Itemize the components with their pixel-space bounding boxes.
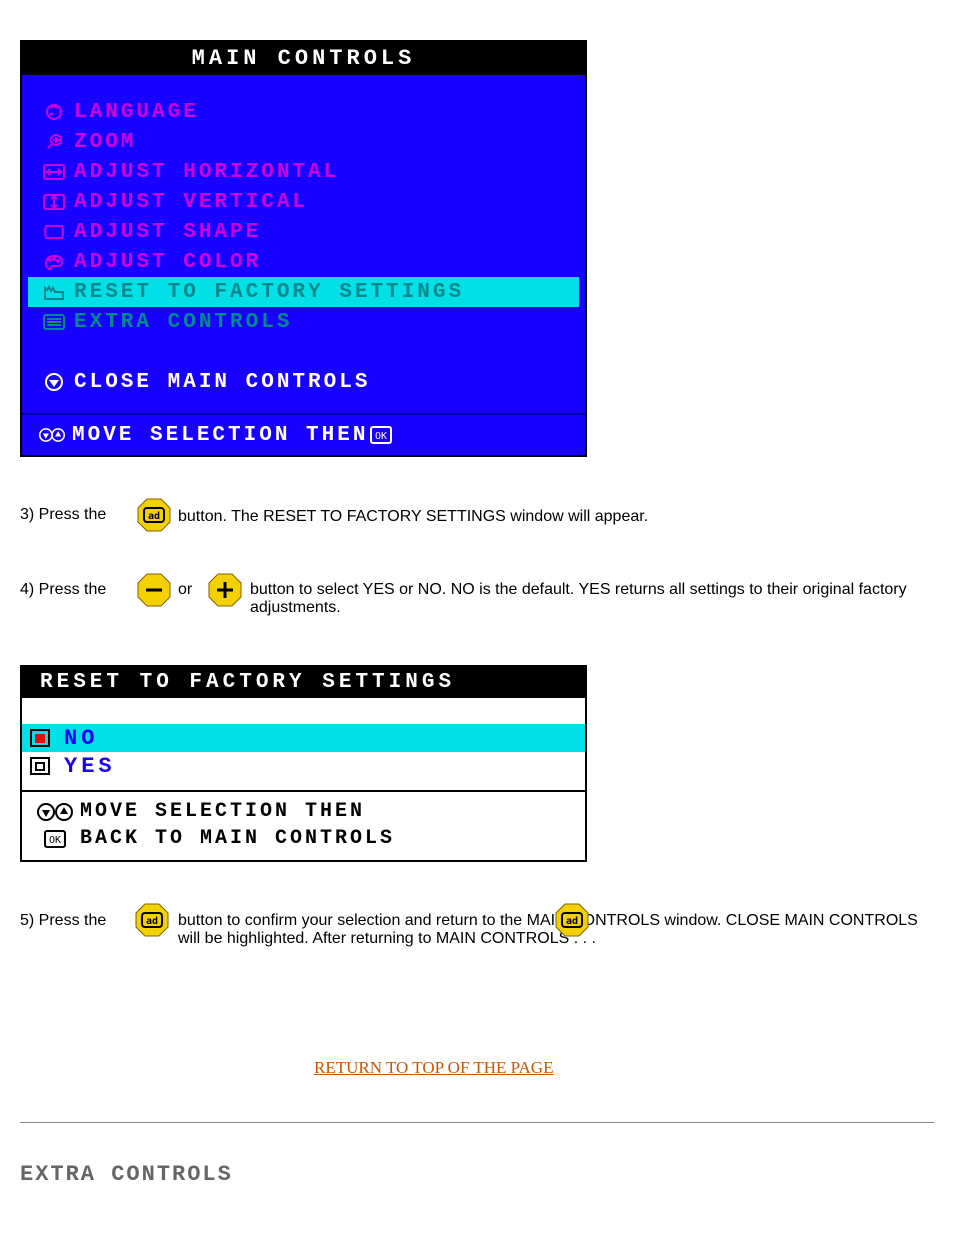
menu-item-label: LANGUAGE — [74, 101, 199, 124]
instr-text: button to confirm your selection and ret… — [178, 912, 918, 947]
reset-factory-icon — [34, 282, 74, 302]
instruction-step3-suffix: button. The RESET TO FACTORY SETTINGS wi… — [178, 508, 938, 526]
instr-text: 4) Press the — [20, 581, 106, 598]
close-nav-icon — [34, 372, 74, 392]
menu-item-adjust-shape[interactable]: ADJUST SHAPE — [28, 217, 579, 247]
reset-option-yes[interactable]: YES — [22, 752, 585, 780]
ok-icon: OK — [30, 829, 80, 849]
adjust-shape-icon — [34, 222, 74, 242]
up-down-icon — [30, 802, 80, 822]
minus-button[interactable] — [137, 573, 171, 607]
menu-item-reset-factory[interactable]: RESET TO FACTORY SETTINGS — [28, 277, 579, 307]
menu-item-adjust-vertical[interactable]: ADJUST VERTICAL — [28, 187, 579, 217]
main-controls-title: MAIN CONTROLS — [22, 42, 585, 75]
zoom-icon — [34, 132, 74, 152]
adjust-horizontal-icon — [34, 162, 74, 182]
main-controls-footer: MOVE SELECTION THEN OK — [22, 415, 585, 455]
svg-text:ad: ad — [146, 916, 158, 927]
ok-button[interactable]: ad — [137, 498, 171, 532]
reset-body: NO YES — [22, 724, 585, 780]
ok-button[interactable]: ad — [555, 903, 589, 937]
adjust-color-icon — [34, 252, 74, 272]
ok-button[interactable]: ad — [135, 903, 169, 937]
reset-footer: MOVE SELECTION THEN OK BACK TO MAIN CONT… — [22, 792, 585, 860]
section-heading-extra-controls: EXTRA CONTROLS — [20, 1162, 233, 1187]
return-to-top-link[interactable]: RETURN TO TOP OF THE PAGE — [314, 1058, 553, 1078]
ok-icon: OK — [370, 426, 392, 444]
menu-item-label: ADJUST COLOR — [74, 251, 261, 274]
footer-text: MOVE SELECTION THEN — [72, 424, 368, 447]
instr-text: button. The RESET TO FACTORY SETTINGS wi… — [178, 508, 648, 525]
svg-text:ad: ad — [148, 511, 160, 522]
menu-item-adjust-horizontal[interactable]: ADJUST HORIZONTAL — [28, 157, 579, 187]
divider — [20, 1122, 934, 1123]
instr-text: button to select YES or NO. NO is the de… — [250, 581, 907, 616]
svg-text:ad: ad — [566, 916, 578, 927]
reset-osd: RESET TO FACTORY SETTINGS NO YES MOVE SE… — [20, 665, 587, 862]
menu-item-zoom[interactable]: ZOOM — [28, 127, 579, 157]
menu-item-language[interactable]: LANGUAGE — [28, 97, 579, 127]
reset-option-label: NO — [64, 726, 98, 751]
adjust-vertical-icon — [34, 192, 74, 212]
reset-option-label: YES — [64, 754, 116, 779]
instr-text: 3) Press the — [20, 506, 106, 523]
instruction-step4-suffix: button to select YES or NO. NO is the de… — [250, 581, 940, 617]
reset-option-no[interactable]: NO — [22, 724, 585, 752]
menu-item-label: ADJUST HORIZONTAL — [74, 161, 339, 184]
menu-item-close[interactable]: CLOSE MAIN CONTROLS — [28, 367, 579, 397]
extra-controls-icon — [34, 312, 74, 332]
instr-text: 5) Press the — [20, 912, 106, 929]
plus-button[interactable] — [208, 573, 242, 607]
reset-title: RESET TO FACTORY SETTINGS — [22, 667, 585, 698]
svg-text:OK: OK — [49, 835, 61, 846]
close-label: CLOSE MAIN CONTROLS — [74, 371, 370, 394]
menu-item-label: ADJUST VERTICAL — [74, 191, 308, 214]
radio-selected-icon — [30, 729, 50, 747]
menu-item-label: ADJUST SHAPE — [74, 221, 261, 244]
instr-text: or — [178, 581, 192, 598]
menu-item-extra-controls[interactable]: EXTRA CONTROLS — [28, 307, 579, 337]
main-controls-osd: MAIN CONTROLS LANGUAGE ZOOM ADJUST HORIZ… — [20, 40, 587, 457]
menu-item-label: EXTRA CONTROLS — [74, 311, 292, 334]
menu-item-adjust-color[interactable]: ADJUST COLOR — [28, 247, 579, 277]
svg-text:OK: OK — [375, 431, 387, 442]
menu-item-label: ZOOM — [74, 131, 136, 154]
menu-item-label: RESET TO FACTORY SETTINGS — [74, 281, 464, 304]
language-icon — [34, 102, 74, 122]
main-controls-body: LANGUAGE ZOOM ADJUST HORIZONTAL ADJUST V… — [22, 75, 585, 413]
instruction-step4-mid: or — [178, 581, 192, 599]
reset-footer1: MOVE SELECTION THEN — [80, 800, 365, 823]
up-down-icon — [32, 425, 72, 445]
reset-footer2: BACK TO MAIN CONTROLS — [80, 827, 395, 850]
radio-unselected-icon — [30, 757, 50, 775]
